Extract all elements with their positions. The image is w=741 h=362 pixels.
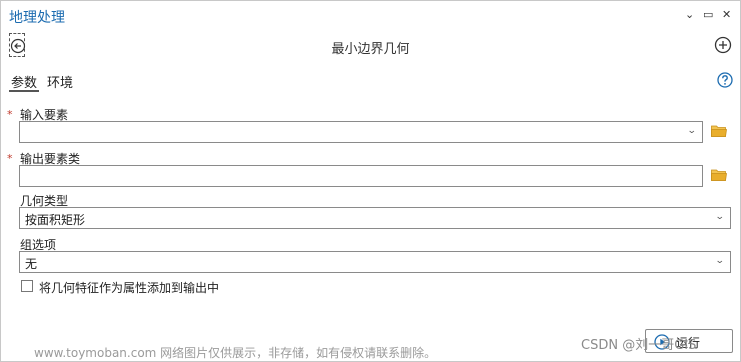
active-tab-indicator	[9, 90, 39, 92]
tab-parameters[interactable]: 参数	[11, 72, 37, 91]
footer-watermark: www.toymoban.com 网络图片仅供展示，非存储，如有侵权请联系删除。	[34, 346, 437, 360]
chevron-down-icon[interactable]: ⌄	[687, 126, 697, 136]
pane-title: 地理处理	[9, 10, 65, 26]
chevron-down-icon[interactable]: ⌄	[715, 212, 725, 222]
add-button[interactable]	[714, 36, 732, 57]
tool-title: 最小边界几何	[331, 42, 410, 57]
folder-icon	[711, 169, 727, 181]
help-button[interactable]	[717, 72, 733, 91]
input-features-field[interactable]: ⌄	[19, 121, 703, 143]
add-attributes-checkbox[interactable]	[21, 280, 33, 292]
chevron-down-icon[interactable]: ⌄	[715, 256, 725, 266]
geometry-type-value: 按面积矩形	[25, 213, 86, 227]
help-icon	[717, 72, 733, 88]
add-circle-icon	[714, 36, 732, 54]
geometry-type-select[interactable]: 按面积矩形 ⌄	[19, 207, 731, 229]
group-option-value: 无	[25, 257, 38, 271]
credit-watermark: CSDN @刘一哥GIS	[581, 338, 697, 353]
tab-environments[interactable]: 环境	[47, 72, 73, 91]
folder-icon	[711, 125, 727, 137]
pane-close-button[interactable]: ✕	[722, 8, 731, 22]
pane-menu-button[interactable]: ⌄	[685, 8, 694, 22]
add-attributes-label: 将几何特征作为属性添加到输出中	[39, 281, 220, 295]
browse-output-button[interactable]	[711, 168, 727, 184]
pane-restore-button[interactable]: ▭	[703, 8, 713, 22]
browse-input-button[interactable]	[711, 124, 727, 140]
required-marker: *	[7, 108, 13, 121]
output-feature-class-field[interactable]	[19, 165, 703, 187]
required-marker: *	[7, 152, 13, 165]
group-option-select[interactable]: 无 ⌄	[19, 251, 731, 273]
